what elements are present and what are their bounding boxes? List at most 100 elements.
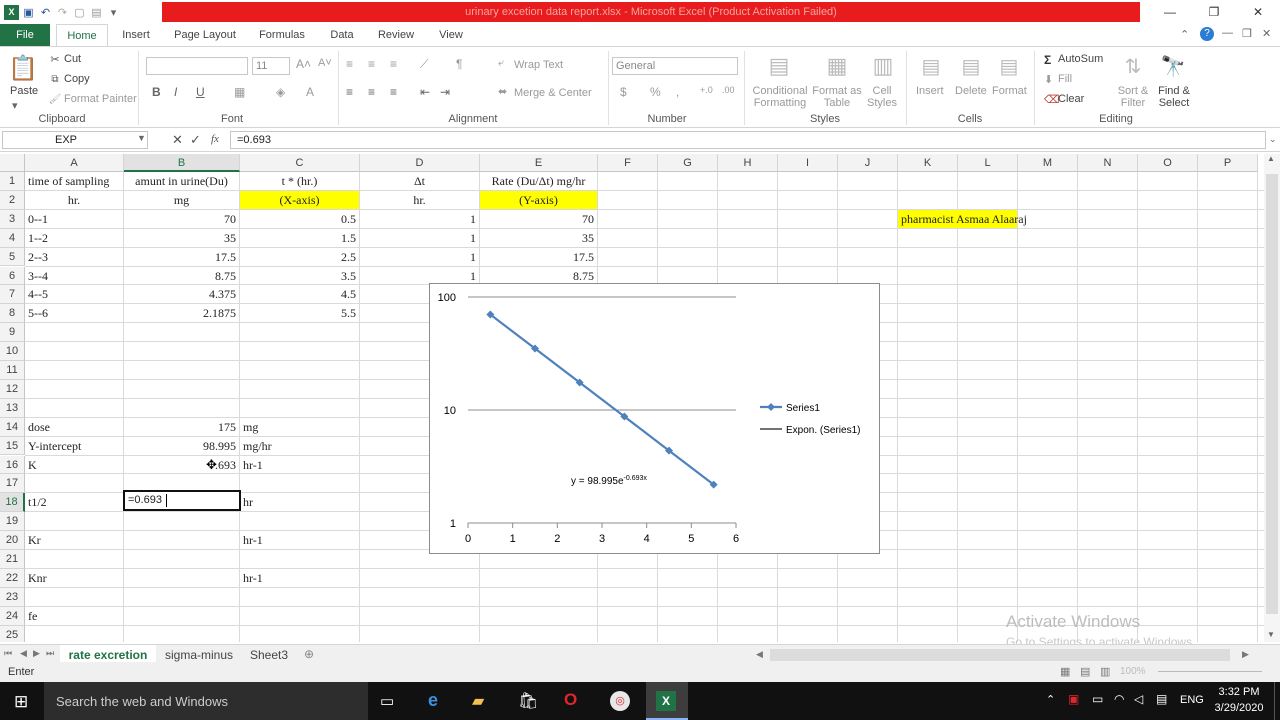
cell-c4[interactable]: 1.5 — [240, 229, 359, 247]
cell-styles-icon[interactable]: ▥ — [868, 51, 898, 81]
cell-d2[interactable]: hr. — [360, 191, 479, 209]
cell-a8[interactable]: 5--6 — [25, 304, 123, 322]
chart[interactable]: 100 10 1 0 1 2 3 4 5 6 y = 98.995e-0.693x Series1 Ex… — [429, 283, 880, 554]
restore-icon[interactable]: ❐ — [1192, 0, 1236, 24]
find-select-icon[interactable]: 🔭 — [1158, 51, 1188, 81]
row-header-24[interactable]: 24 — [0, 606, 25, 626]
row-header-3[interactable]: 3 — [0, 209, 25, 229]
wrap-text-icon[interactable]: ⤶ — [498, 57, 504, 70]
zoom-level[interactable]: 100% — [1120, 666, 1146, 677]
h-scroll-left-icon[interactable]: ◀ — [756, 649, 763, 660]
row-header-19[interactable]: 19 — [0, 512, 25, 532]
cell-a2[interactable]: hr. — [25, 191, 123, 209]
column-header-c[interactable]: C — [240, 154, 360, 172]
workbook-close-icon[interactable]: ✕ — [1262, 27, 1271, 40]
tray-app-icon[interactable]: ▣ — [1068, 692, 1079, 706]
edge-icon[interactable]: e — [428, 690, 438, 711]
fill-icon[interactable]: ⬇ — [1044, 73, 1053, 86]
grow-font-icon[interactable]: A˄ — [296, 57, 311, 71]
insert-cells-button[interactable]: Insert — [916, 85, 944, 97]
row-header-9[interactable]: 9 — [0, 323, 25, 343]
autosum-button[interactable]: AutoSum — [1058, 53, 1103, 65]
cell-c8[interactable]: 5.5 — [240, 304, 359, 322]
cell-e5[interactable]: 17.5 — [480, 248, 597, 266]
currency-button[interactable]: $ — [620, 85, 627, 99]
cell-a16[interactable]: K — [25, 456, 123, 474]
cell-c20[interactable]: hr-1 — [240, 531, 359, 549]
normal-view-icon[interactable]: ▦ — [1060, 665, 1070, 678]
merge-center-button[interactable]: Merge & Center — [514, 87, 592, 99]
tray-battery-icon[interactable]: ▭ — [1092, 692, 1103, 706]
cell-b2[interactable]: mg — [124, 191, 239, 209]
column-header-o[interactable]: O — [1138, 154, 1198, 172]
page-layout-view-icon[interactable]: ▤ — [1080, 665, 1090, 678]
insert-function-button[interactable]: fx — [211, 133, 219, 145]
decrease-decimal-icon[interactable]: .00 — [722, 85, 735, 95]
column-header-f[interactable]: F — [598, 154, 658, 172]
volume-icon[interactable]: ◁ — [1134, 692, 1143, 706]
cell-b3[interactable]: 70 — [124, 210, 239, 228]
file-explorer-icon[interactable]: ▰ — [472, 691, 484, 711]
cell-e3[interactable]: 70 — [480, 210, 597, 228]
column-header-n[interactable]: N — [1078, 154, 1138, 172]
show-desktop-button[interactable] — [1274, 682, 1280, 720]
active-cell-editor[interactable]: =0.693 — [123, 490, 241, 511]
conditional-formatting-icon[interactable]: ▤ — [764, 51, 794, 81]
name-box[interactable]: EXP — [2, 131, 148, 149]
row-header-20[interactable]: 20 — [0, 531, 25, 550]
cell-styles-button[interactable]: Cell Styles — [862, 85, 902, 109]
ribbon-collapse-icon[interactable]: ⌃ — [1180, 28, 1189, 41]
cell-b14[interactable]: 175 — [124, 418, 239, 436]
row-header-23[interactable]: 23 — [0, 587, 25, 607]
cut-button[interactable]: Cut — [64, 53, 81, 65]
conditional-formatting-button[interactable]: Conditional Formatting — [748, 85, 812, 109]
cell-a14[interactable]: dose — [25, 418, 123, 436]
cell-b5[interactable]: 17.5 — [124, 248, 239, 266]
confirm-entry-icon[interactable]: ✓ — [190, 132, 201, 148]
scroll-up-icon[interactable]: ▲ — [1267, 154, 1275, 163]
copy-icon[interactable]: ⧉ — [48, 73, 62, 85]
copy-button[interactable]: Copy — [64, 73, 90, 85]
format-painter-button[interactable]: Format Painter — [64, 93, 137, 105]
cell-k3[interactable]: pharmacist Asmaa Alaaraj — [898, 209, 1027, 228]
scroll-thumb[interactable] — [1266, 174, 1278, 614]
row-header-21[interactable]: 21 — [0, 550, 25, 569]
cell-b1[interactable]: amunt in urine(Du) — [124, 172, 239, 190]
cell-b16[interactable]: .693 — [124, 456, 239, 474]
row-header-18[interactable]: 18 — [0, 493, 25, 513]
column-header-p[interactable]: P — [1198, 154, 1258, 172]
row-header-15[interactable]: 15 — [0, 436, 25, 456]
shrink-font-icon[interactable]: A˅ — [318, 57, 332, 69]
keyboard-icon[interactable]: ▤ — [1156, 692, 1167, 706]
cell-a7[interactable]: 4--5 — [25, 285, 123, 303]
cell-b15[interactable]: 98.995 — [124, 437, 239, 455]
align-left-icon[interactable]: ≡ — [346, 85, 353, 99]
tab-formulas[interactable]: Formulas — [252, 24, 312, 46]
store-icon[interactable]: 🛍 — [518, 691, 538, 711]
row-header-8[interactable]: 8 — [0, 304, 25, 324]
format-cells-button[interactable]: Format — [992, 85, 1027, 97]
minimize-icon[interactable]: — — [1148, 0, 1192, 24]
cell-d6[interactable]: 1 — [360, 267, 479, 285]
save-icon[interactable]: ▣ — [21, 5, 36, 20]
orientation-icon[interactable]: ⟋ — [420, 57, 428, 72]
sort-filter-button[interactable]: Sort & Filter — [1116, 85, 1150, 109]
row-header-1[interactable]: 1 — [0, 172, 25, 191]
wifi-icon[interactable]: ◠ — [1114, 692, 1124, 706]
scroll-down-icon[interactable]: ▼ — [1267, 630, 1275, 639]
print-preview-icon[interactable]: ▢ — [72, 5, 87, 20]
column-header-a[interactable]: A — [25, 154, 124, 172]
cell-b7[interactable]: 4.375 — [124, 285, 239, 303]
format-as-table-button[interactable]: Format as Table — [812, 85, 862, 109]
windows-start-icon[interactable]: ⊞ — [14, 692, 28, 712]
align-top-icon[interactable]: ≡ — [346, 57, 353, 71]
tab-home[interactable]: Home — [56, 24, 108, 47]
number-format-select[interactable]: General — [612, 57, 738, 75]
redo-icon[interactable]: ↷ — [55, 5, 70, 20]
show-hidden-icons[interactable]: ⌃ — [1046, 693, 1055, 706]
clock-time[interactable]: 3:32 PM — [1214, 686, 1264, 698]
increase-decimal-icon[interactable]: +.0 — [700, 85, 713, 95]
cut-icon[interactable]: ✂ — [48, 53, 62, 66]
column-header-l[interactable]: L — [958, 154, 1018, 172]
cell-a22[interactable]: Knr — [25, 569, 123, 587]
